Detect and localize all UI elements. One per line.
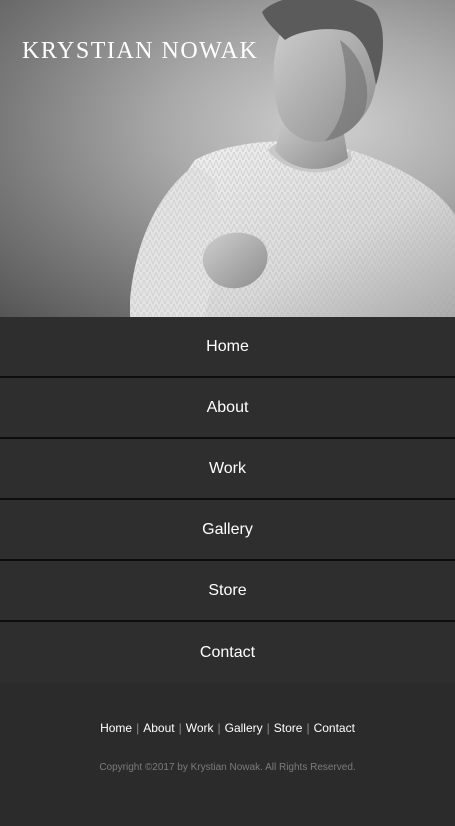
nav-item-home[interactable]: Home: [0, 317, 455, 378]
site-footer: Home | About | Work | Gallery | Store | Contact Co…: [0, 683, 455, 826]
hero-banner: KRYSTIAN NOWAK: [0, 0, 455, 317]
nav-item-gallery[interactable]: Gallery: [0, 500, 455, 561]
nav-item-contact[interactable]: Contact: [0, 622, 455, 683]
footer-link-work[interactable]: Work: [186, 721, 214, 735]
footer-link-contact[interactable]: Contact: [314, 721, 355, 735]
nav-item-work[interactable]: Work: [0, 439, 455, 500]
footer-separator: |: [217, 721, 221, 735]
footer-link-gallery[interactable]: Gallery: [225, 721, 263, 735]
footer-links: Home | About | Work | Gallery | Store | Contact: [0, 721, 455, 735]
copyright-text: Copyright ©2017 by Krystian Nowak. All R…: [99, 762, 356, 773]
nav-item-about[interactable]: About: [0, 378, 455, 439]
footer-separator: |: [178, 721, 182, 735]
footer-separator: |: [266, 721, 270, 735]
footer-link-about[interactable]: About: [143, 721, 174, 735]
footer-link-home[interactable]: Home: [100, 721, 132, 735]
nav-item-store[interactable]: Store: [0, 561, 455, 622]
main-navigation: Home About Work Gallery Store Contact: [0, 317, 455, 683]
footer-separator: |: [136, 721, 140, 735]
footer-link-store[interactable]: Store: [274, 721, 303, 735]
footer-separator: |: [306, 721, 310, 735]
site-title[interactable]: KRYSTIAN NOWAK: [22, 38, 258, 65]
